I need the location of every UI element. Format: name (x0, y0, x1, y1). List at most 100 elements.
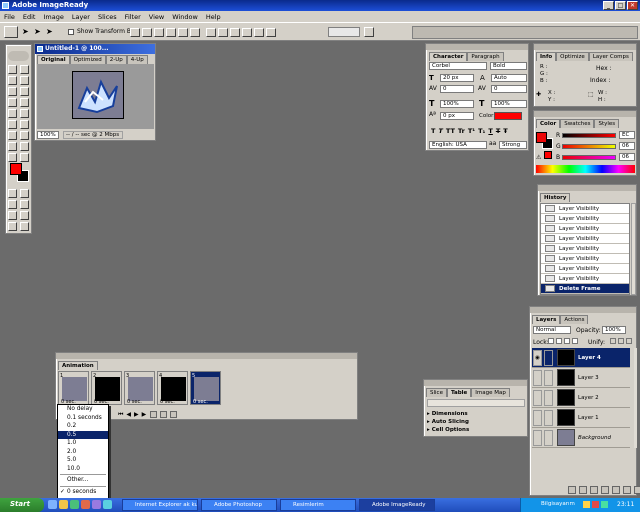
frame-delay[interactable]: 0 sec. (127, 399, 142, 405)
blur-tool[interactable] (20, 120, 29, 129)
menu-filter[interactable]: Filter (125, 13, 141, 22)
delay-option[interactable]: 5.0 (58, 456, 108, 465)
unify-style-button[interactable] (626, 338, 632, 344)
align-right-button[interactable] (190, 28, 200, 37)
tab-swatches[interactable]: Swatches (560, 119, 595, 128)
type-tool[interactable] (8, 131, 17, 140)
history-item[interactable]: Layer Visibility (541, 274, 629, 284)
delay-option[interactable]: 10.0 (58, 465, 108, 474)
new-layer-button[interactable] (623, 486, 631, 494)
delay-option-highlighted[interactable]: 0.5 (58, 430, 108, 439)
panel-grip[interactable] (538, 185, 636, 191)
align-middle-button[interactable] (142, 28, 152, 37)
blend-mode-field[interactable]: Normal (533, 326, 571, 334)
brush-tool[interactable] (8, 98, 17, 107)
color-foreground-swatch[interactable] (536, 132, 547, 143)
layer-row[interactable]: Background (532, 428, 630, 448)
faux-italic-button[interactable]: T (438, 127, 442, 135)
workspace-dropdown[interactable] (328, 27, 360, 37)
tab-paragraph[interactable]: Paragraph (467, 52, 504, 61)
lock-transparency-checkbox[interactable] (548, 338, 554, 344)
distribute-top-button[interactable] (206, 28, 216, 37)
distribute-right-button[interactable] (266, 28, 276, 37)
panel-grip[interactable] (534, 111, 636, 117)
close-button[interactable]: ✕ (627, 1, 638, 10)
distribute-middle-button[interactable] (218, 28, 228, 37)
taskbar-imageready[interactable]: Adobe ImageReady (359, 499, 435, 511)
foreground-color-swatch[interactable] (10, 163, 22, 175)
history-item-selected[interactable]: Delete Frame (541, 284, 629, 294)
link-icon[interactable] (544, 409, 553, 426)
align-top-button[interactable] (130, 28, 140, 37)
layer-style-button[interactable] (579, 486, 587, 494)
underline-button[interactable]: T (488, 127, 492, 135)
layers-scrollbar[interactable] (634, 348, 637, 448)
eye-icon[interactable] (533, 369, 542, 386)
menu-edit[interactable]: Edit (23, 13, 36, 22)
distribute-bottom-button[interactable] (230, 28, 240, 37)
tab-layers[interactable]: Layers (532, 315, 561, 324)
new-set-button[interactable] (601, 486, 609, 494)
menu-file[interactable]: File (4, 13, 15, 22)
faux-bold-button[interactable]: T (431, 127, 435, 135)
zoom-field[interactable]: 100% (37, 131, 59, 139)
history-item[interactable]: Layer Visibility (541, 254, 629, 264)
font-family-field[interactable]: Corbel (429, 62, 487, 70)
quick-launch-icon[interactable] (48, 500, 57, 509)
bucket-tool[interactable] (20, 109, 29, 118)
history-scrollbar[interactable] (631, 203, 636, 295)
eyedropper-tool[interactable] (8, 153, 17, 162)
strikethrough-button[interactable]: T (496, 127, 500, 135)
tab-original[interactable]: Original (37, 55, 70, 64)
toggle-slices-button[interactable] (8, 189, 17, 198)
link-icon[interactable] (544, 349, 553, 366)
section-cell-options[interactable]: ▸ Cell Options (427, 426, 469, 434)
menu-image[interactable]: Image (43, 13, 63, 22)
trash-icon[interactable] (170, 411, 177, 418)
delay-option[interactable]: No delay (58, 405, 108, 414)
green-value-field[interactable]: 06 (619, 142, 635, 150)
tracking-field[interactable]: 0 (491, 85, 527, 93)
quick-launch-icon[interactable] (59, 500, 68, 509)
tab-layer-comps[interactable]: Layer Comps (588, 52, 633, 61)
maximize-button[interactable]: □ (615, 1, 626, 10)
duplicate-frame-button[interactable] (160, 411, 167, 418)
arrow-icon[interactable]: ➤ (46, 28, 56, 37)
panel-grip[interactable] (424, 380, 527, 386)
preview-in-browser-button[interactable] (20, 200, 29, 209)
frame-delay[interactable]: 0 sec. (193, 399, 208, 405)
red-value-field[interactable]: EC (619, 131, 635, 139)
tab-actions[interactable]: Actions (560, 315, 589, 324)
font-style-field[interactable]: Bold (490, 62, 527, 70)
lock-all-checkbox[interactable] (572, 338, 578, 344)
align-bottom-button[interactable] (154, 28, 164, 37)
menu-view[interactable]: View (149, 13, 164, 22)
tab-animation[interactable]: Animation (58, 361, 98, 370)
slice-tool[interactable] (20, 87, 29, 96)
rollover-preview-button[interactable] (8, 200, 17, 209)
tween-button[interactable] (150, 411, 157, 418)
animation-frame[interactable]: 30 sec. (124, 371, 155, 405)
tray-icon[interactable] (601, 501, 608, 508)
animation-frame[interactable]: 20 sec. (91, 371, 122, 405)
text-color-swatch[interactable] (494, 112, 522, 120)
full-screen-button[interactable] (20, 211, 29, 220)
hand-tool[interactable] (20, 142, 29, 151)
kerning-field[interactable]: 0 (440, 85, 474, 93)
tab-4-up[interactable]: 4-Up (126, 55, 148, 64)
lasso-tool[interactable] (8, 76, 17, 85)
link-icon[interactable] (544, 369, 553, 386)
tab-table[interactable]: Table (446, 388, 472, 397)
antialias-field[interactable]: Strong (499, 141, 527, 149)
lock-image-checkbox[interactable] (556, 338, 562, 344)
standard-screen-button[interactable] (8, 211, 17, 220)
link-icon[interactable] (544, 429, 553, 446)
magic-wand-tool[interactable] (20, 76, 29, 85)
pencil-tool[interactable] (20, 98, 29, 107)
download-time[interactable]: -- / -- sec @ 2 Mbps (63, 131, 123, 139)
line-tool[interactable] (20, 131, 29, 140)
quick-launch-icon[interactable] (70, 500, 79, 509)
rewind-icon[interactable]: ⏮ (118, 411, 123, 419)
menu-window[interactable]: Window (172, 13, 198, 22)
menu-help[interactable]: Help (206, 13, 221, 22)
